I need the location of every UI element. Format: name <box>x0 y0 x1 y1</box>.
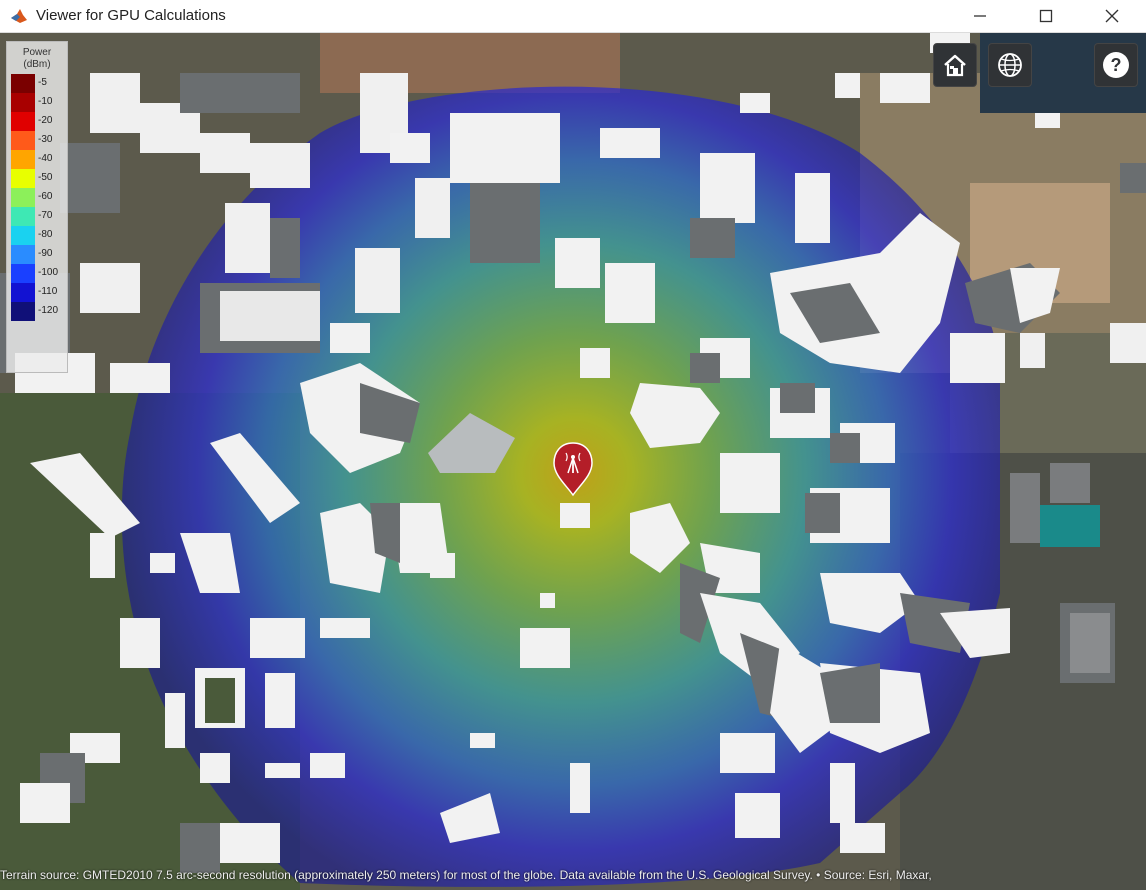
legend-swatch <box>11 188 35 207</box>
home-icon <box>944 54 966 77</box>
legend-item: -90 <box>11 245 65 264</box>
help-icon: ? <box>1103 52 1129 78</box>
close-icon <box>1105 9 1119 23</box>
legend-item: -100 <box>11 264 65 283</box>
base-layer-button[interactable] <box>988 43 1032 87</box>
legend-swatch <box>11 245 35 264</box>
legend-item: -120 <box>11 302 65 321</box>
legend-label: -90 <box>38 248 53 259</box>
legend-swatch <box>11 226 35 245</box>
satellite-map[interactable] <box>0 33 1146 890</box>
sports-court <box>1040 505 1100 547</box>
legend-label: -10 <box>38 96 53 107</box>
legend-item: -30 <box>11 131 65 150</box>
legend-swatch <box>11 169 35 188</box>
legend-swatch <box>11 283 35 302</box>
legend-item: -80 <box>11 226 65 245</box>
legend-swatch <box>11 93 35 112</box>
help-question-mark: ? <box>1111 55 1122 75</box>
legend-label: -40 <box>38 153 53 164</box>
matlab-app-icon <box>11 9 27 23</box>
maximize-icon <box>1039 9 1053 23</box>
legend-title: Power <box>22 47 52 58</box>
legend-item: -5 <box>11 74 65 93</box>
legend-label: -110 <box>38 286 58 297</box>
legend-swatch <box>11 264 35 283</box>
legend-label: -20 <box>38 115 53 126</box>
legend-swatch <box>11 302 35 321</box>
legend-item: -110 <box>11 283 65 302</box>
legend-item: -20 <box>11 112 65 131</box>
legend-swatch <box>11 131 35 150</box>
power-legend: Power (dBm) -5 -10 -20 -30 -40 -50 -60 -… <box>6 41 68 373</box>
legend-label: -30 <box>38 134 53 145</box>
legend-item: -60 <box>11 188 65 207</box>
legend-item: -10 <box>11 93 65 112</box>
window-title: Viewer for GPU Calculations <box>36 7 226 24</box>
map-view[interactable]: Power (dBm) -5 -10 -20 -30 -40 -50 -60 -… <box>0 33 1146 890</box>
maximize-button[interactable] <box>1018 0 1074 32</box>
legend-item: -70 <box>11 207 65 226</box>
legend-swatch <box>11 112 35 131</box>
legend-swatch <box>11 207 35 226</box>
legend-unit: (dBm) <box>23 59 51 70</box>
legend-swatch <box>11 150 35 169</box>
legend-label: -80 <box>38 229 53 240</box>
window-titlebar: Viewer for GPU Calculations <box>0 0 1146 33</box>
legend-label: -100 <box>38 267 59 278</box>
home-button[interactable] <box>933 43 977 87</box>
minimize-icon <box>974 15 986 17</box>
legend-label: -60 <box>38 191 53 202</box>
close-button[interactable] <box>1084 0 1140 32</box>
map-attribution: Terrain source: GMTED2010 7.5 arc-second… <box>0 868 932 882</box>
legend-item: -40 <box>11 150 65 169</box>
legend-swatch <box>11 74 35 93</box>
legend-label: -70 <box>38 210 53 221</box>
legend-label: -120 <box>38 305 59 316</box>
help-button[interactable]: ? <box>1094 43 1138 87</box>
minimize-button[interactable] <box>952 0 1008 32</box>
globe-icon <box>998 53 1022 77</box>
legend-label: -5 <box>38 77 47 88</box>
legend-item: -50 <box>11 169 65 188</box>
legend-label: -50 <box>38 172 53 183</box>
